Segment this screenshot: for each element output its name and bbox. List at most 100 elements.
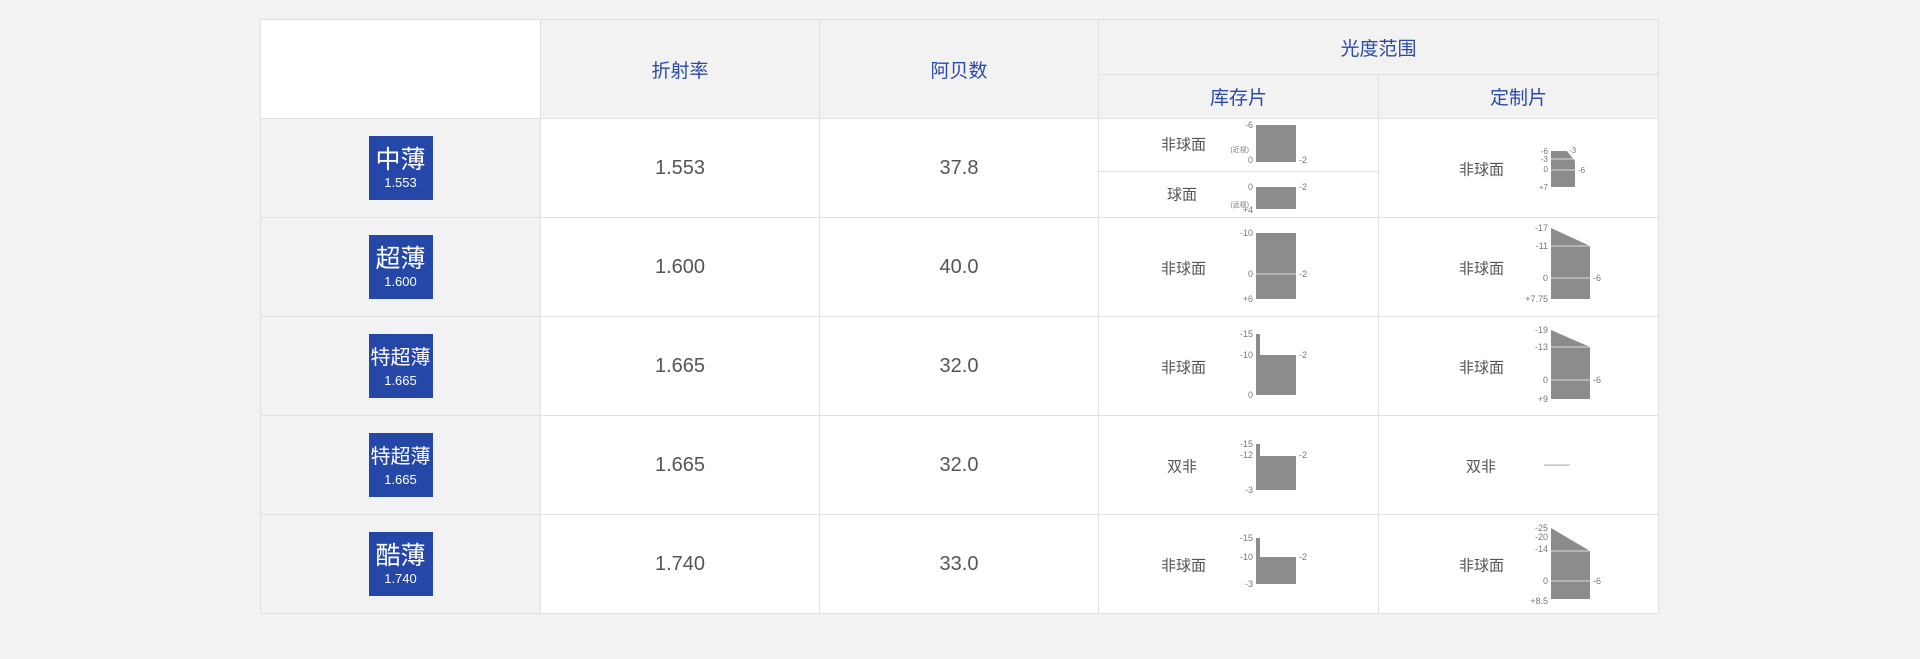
range-bar [1551,228,1590,299]
lens-index: 1.740 [384,570,417,586]
range-tick-label: -6 [1578,166,1586,175]
abbe-number-value: 33.0 [819,514,1099,614]
lens-name-cell: 中薄 1.553 [260,118,541,218]
range-tick-label: -2 [1299,450,1307,460]
stock-range-diagram: -15 -10 -3 -2 [1240,533,1307,589]
custom-range-cell: 非球面 -25 -20 -14 0 +8.5 -6 [1378,514,1659,614]
range-tick-label: -3 [1245,485,1253,495]
range-tick-label: -2 [1299,269,1307,279]
range-tick-label: +7.75 [1525,294,1548,304]
table-row: 特超薄 1.665 1.665 32.0 非球面 -15 -10 0 -2 非球… [260,316,1659,416]
custom-range-diagram: -17 -11 0 +7.75 -6 [1525,223,1601,304]
refractive-index-value: 1.740 [540,514,820,614]
range-tick-label: 0 [1543,576,1548,586]
lens-name: 超薄 [375,244,426,273]
lens-index: 1.665 [384,372,417,388]
range-tick-label: -3 [1541,155,1549,164]
lens-name-cell: 酷薄 1.740 [260,514,541,614]
custom-range-cell: 非球面 -17 -11 0 +7.75 -6 [1378,217,1659,317]
range-bar [1551,151,1575,187]
stock-range-cell: 非球面 -15 -10 -3 -2 [1098,514,1379,614]
range-tick-label: -3 [1569,146,1577,155]
range-tick-label: 0 [1543,375,1548,385]
corner-cell [260,19,541,119]
stock-range-diagram: -6 0 -2 (近视) 0 +4 -2 (远视) [1230,120,1307,215]
range-tick-label: -6 [1245,120,1253,130]
range-bar [1551,330,1590,399]
lens-name-cell: 特超薄 1.665 [260,415,541,515]
range-tick-label: -15 [1240,533,1253,543]
lens-badge: 超薄 1.600 [368,235,433,299]
abbe-number-value: 32.0 [819,415,1099,515]
lens-index: 1.553 [384,174,417,190]
custom-range-cell: 双非 —— [1378,415,1659,515]
lens-badge: 酷薄 1.740 [368,532,433,596]
header-power-range: 光度范围 [1098,19,1659,75]
table-row: 特超薄 1.665 1.665 32.0 双非 -15 -12 -3 -2 双非… [260,415,1659,515]
lens-name: 酷薄 [375,541,426,570]
range-tick-label: -15 [1240,329,1253,339]
lens-index: 1.600 [384,273,417,289]
abbe-number-value: 40.0 [819,217,1099,317]
abbe-number-value: 37.8 [819,118,1099,218]
range-tick-label: -2 [1299,182,1307,192]
range-tick-label: 0 [1248,390,1253,400]
custom-range-diagram: -19 -13 0 +9 -6 [1535,325,1601,404]
lens-name: 中薄 [375,145,426,174]
refractive-index-value: 1.600 [540,217,820,317]
range-tick-label: 0 [1248,155,1253,165]
range-note: (近视) [1230,145,1249,154]
stock-range-diagram: -15 -12 -3 -2 [1240,439,1307,495]
lens-spec-table-wrapper: 折射率 阿贝数 光度范围 库存片 定制片 中薄 1.553 1.553 37.8… [260,19,1659,614]
range-bar [1256,187,1296,209]
lens-name-cell: 特超薄 1.665 [260,316,541,416]
range-tick-label: -11 [1536,241,1548,251]
range-tick-label: -10 [1240,350,1253,360]
range-tick-label: 0 [1248,182,1253,192]
range-tick-label: -12 [1240,450,1253,460]
lens-name-cell: 超薄 1.600 [260,217,541,317]
custom-range-diagram: -25 -20 -14 0 +8.5 -6 [1530,523,1601,606]
lens-index: 1.665 [384,471,417,487]
range-tick-label: 0 [1248,269,1253,279]
range-note: (远视) [1230,200,1249,209]
stock-range-cell: 非球面 球面 -6 0 -2 (近视) 0 +4 -2 (远视) [1098,118,1379,218]
range-bar [1551,528,1590,599]
range-bar [1256,334,1296,395]
range-tick-label: -13 [1535,342,1548,352]
range-tick-label: -20 [1535,532,1548,542]
refractive-index-value: 1.553 [540,118,820,218]
range-tick-label: -10 [1240,552,1253,562]
stock-range-cell: 非球面 -10 0 +6 -2 [1098,217,1379,317]
range-bar [1256,125,1296,162]
lens-name: 特超薄 [370,445,431,468]
range-bar [1256,538,1296,584]
range-tick-label: +6 [1243,294,1253,304]
stock-range-cell: 非球面 -15 -10 0 -2 [1098,316,1379,416]
range-tick-label: +9 [1538,394,1548,404]
custom-range-cell: 非球面 -6 -3 0 +7 -3 -6 [1378,118,1659,218]
stock-range-diagram: -10 0 +6 -2 [1240,228,1307,304]
refractive-index-value: 1.665 [540,415,820,515]
range-tick-label: -2 [1299,350,1307,360]
range-tick-label: -6 [1593,273,1601,283]
custom-range-cell: 非球面 -19 -13 0 +9 -6 [1378,316,1659,416]
range-bar [1256,444,1296,490]
range-tick-label: -6 [1593,576,1601,586]
stock-range-diagram: -15 -10 0 -2 [1240,329,1307,400]
header-custom-lens: 定制片 [1378,74,1659,119]
table-row: 酷薄 1.740 1.740 33.0 非球面 -15 -10 -3 -2 非球… [260,514,1659,614]
range-tick-label: -19 [1535,325,1548,335]
range-tick-label: -15 [1240,439,1253,449]
range-tick-label: -14 [1535,544,1548,554]
abbe-number-value: 32.0 [819,316,1099,416]
custom-na-dash: —— [1544,456,1570,472]
range-tick-label: +7 [1539,183,1549,192]
range-tick-label: 0 [1543,273,1548,283]
range-tick-label: -10 [1240,228,1253,238]
lens-badge: 特超薄 1.665 [368,433,433,497]
lens-type-label: 双非 [1466,458,1497,476]
range-tick-label: 0 [1544,165,1549,174]
lens-badge: 特超薄 1.665 [368,334,433,398]
range-tick-label: -17 [1535,223,1548,233]
